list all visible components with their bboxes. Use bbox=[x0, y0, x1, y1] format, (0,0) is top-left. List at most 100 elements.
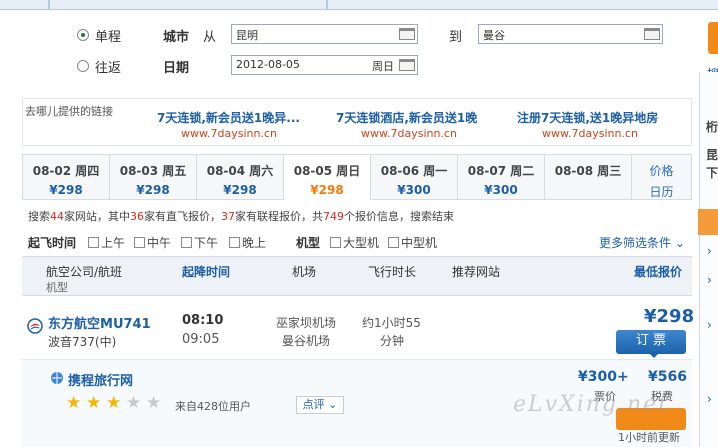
filter-label: 下午 bbox=[194, 236, 219, 250]
ad-title[interactable]: 7天连锁,新会员送1晚异... bbox=[157, 109, 300, 126]
date-cell-date: 08-08 周三 bbox=[554, 164, 622, 178]
right-sidebar: 桁 昆 下 › › › › bbox=[698, 72, 718, 447]
checkbox[interactable] bbox=[181, 237, 192, 248]
flight-row[interactable]: 东方航空MU741 波音737(中) 08:10 09:05 巫家坝机场 曼谷机… bbox=[22, 296, 694, 360]
radio-roundtrip[interactable] bbox=[77, 60, 89, 72]
price-calendar-link[interactable]: 价格 日历 bbox=[632, 155, 691, 199]
checkbox[interactable] bbox=[330, 237, 341, 248]
duration-line2: 分钟 bbox=[380, 334, 405, 348]
date-cell-price: ¥300 bbox=[397, 183, 431, 197]
checkbox[interactable] bbox=[88, 237, 99, 248]
more-filters-label: 更多筛选条件 bbox=[599, 236, 672, 250]
city-label: 城市 bbox=[163, 30, 190, 45]
date-value: 2012-08-05 bbox=[236, 58, 300, 71]
right-sidebar-letter: 昆 bbox=[706, 148, 718, 162]
summary-text: 家网站，其中 bbox=[64, 210, 130, 223]
summary-count: 37 bbox=[221, 210, 235, 223]
duration-line1: 约1小时55 bbox=[362, 316, 421, 330]
to-city-input[interactable]: 曼谷 bbox=[478, 24, 663, 44]
ad-url[interactable]: www.7daysinn.cn bbox=[181, 127, 277, 140]
from-label: 从 bbox=[203, 30, 217, 45]
review-button[interactable]: 点评 ⌄ bbox=[296, 396, 344, 414]
filter-option[interactable]: 晚上 bbox=[229, 234, 266, 251]
ad-url[interactable]: www.7daysinn.cn bbox=[361, 127, 457, 140]
search-button[interactable] bbox=[708, 22, 718, 54]
filter-option[interactable]: 上午 bbox=[88, 234, 125, 251]
aircraft-model: 波音737(中) bbox=[48, 335, 117, 349]
address-book-icon[interactable] bbox=[399, 28, 415, 40]
date-cell-date: 08-05 周日 bbox=[293, 164, 361, 178]
date-weekday: 周日 bbox=[372, 60, 394, 73]
checkbox[interactable] bbox=[229, 237, 240, 248]
roundtrip-label: 往返 bbox=[95, 61, 122, 76]
date-cell-date: 08-07 周二 bbox=[467, 164, 535, 178]
date-cell[interactable]: 08-02 周四 ¥298 bbox=[23, 155, 110, 199]
agent-name[interactable]: 携程旅行网 bbox=[68, 370, 133, 389]
date-cell[interactable]: 08-03 周五 ¥298 bbox=[110, 155, 197, 199]
col-airport: 机场 bbox=[292, 265, 317, 279]
right-sidebar-letter: 下 bbox=[706, 166, 718, 180]
ad-title[interactable]: 7天连锁酒店,新会员送1晚 bbox=[336, 109, 477, 126]
chevron-right-icon[interactable]: › bbox=[707, 273, 712, 287]
star-filled-icon: ★ bbox=[66, 393, 82, 413]
col-times[interactable]: 起降时间 bbox=[182, 263, 230, 280]
review-count: 来自428位用户 bbox=[175, 400, 251, 413]
col-lowest-price[interactable]: 最低报价 bbox=[634, 263, 682, 280]
ad-url[interactable]: www.7daysinn.cn bbox=[542, 127, 638, 140]
filter-option[interactable]: 中型机 bbox=[388, 234, 437, 251]
date-cell-price: ¥300 bbox=[484, 183, 518, 197]
date-cell-date: 08-04 周六 bbox=[206, 164, 274, 178]
from-city-value: 昆明 bbox=[236, 29, 258, 42]
chevron-right-icon[interactable]: › bbox=[707, 244, 712, 258]
filter-label: 晚上 bbox=[242, 236, 267, 250]
filter-option[interactable]: 下午 bbox=[181, 234, 218, 251]
departure-airport: 巫家坝机场 bbox=[276, 316, 337, 330]
date-cell[interactable]: 08-08 周三 bbox=[545, 155, 632, 199]
filter-label: 大型机 bbox=[343, 236, 380, 250]
col-duration[interactable]: 飞行时长 bbox=[368, 263, 416, 280]
address-book-icon[interactable] bbox=[644, 28, 660, 40]
chevron-down-icon: ⌄ bbox=[674, 236, 685, 250]
from-city-input[interactable]: 昆明 bbox=[231, 24, 418, 44]
filter-option[interactable]: 中午 bbox=[134, 234, 171, 251]
right-sidebar-highlight bbox=[698, 209, 718, 235]
more-filters-link[interactable]: 更多筛选条件 ⌄ bbox=[599, 234, 685, 251]
col-site: 推荐网站 bbox=[452, 265, 501, 279]
book-button[interactable]: 订 票 bbox=[616, 330, 686, 358]
date-cell[interactable]: 08-04 周六 ¥298 bbox=[197, 155, 284, 199]
flight-airline-number[interactable]: 东方航空MU741 bbox=[48, 313, 151, 332]
radio-oneway[interactable] bbox=[77, 29, 89, 41]
airline-logo-icon bbox=[27, 318, 43, 334]
checkbox[interactable] bbox=[134, 237, 145, 248]
departure-time-label: 起飞时间 bbox=[28, 236, 77, 250]
filter-option[interactable]: 大型机 bbox=[330, 234, 379, 251]
ticket-price: ¥300+ bbox=[578, 369, 629, 385]
date-cell-price: ¥298 bbox=[136, 183, 170, 197]
date-cell[interactable]: 08-06 周一 ¥300 bbox=[371, 155, 458, 199]
departure-time: 08:10 bbox=[182, 313, 224, 328]
airline-name: 东方航空 bbox=[48, 317, 101, 332]
top-tab-strip bbox=[0, 0, 718, 10]
chevron-right-icon[interactable]: › bbox=[707, 318, 712, 332]
ad-title[interactable]: 注册7天连锁,送1晚异地房 bbox=[517, 109, 658, 126]
chevron-down-icon bbox=[648, 352, 660, 358]
date-cell[interactable]: 08-07 周二 ¥300 bbox=[458, 155, 545, 199]
star-filled-icon: ★ bbox=[86, 393, 102, 413]
calendar-icon[interactable] bbox=[399, 59, 415, 71]
watermark: eLvXing.net bbox=[513, 392, 670, 417]
flight-number: MU741 bbox=[100, 317, 151, 332]
date-cell-selected[interactable]: 08-05 周日 ¥298 bbox=[284, 155, 371, 201]
date-cell-date: 08-02 周四 bbox=[32, 164, 100, 178]
to-label: 到 bbox=[449, 30, 463, 45]
sponsored-links: 去哪儿提供的链接 7天连锁,新会员送1晚异... www.7daysinn.cn… bbox=[22, 98, 692, 146]
col-airline[interactable]: 航空公司/航班 bbox=[46, 263, 122, 280]
chevron-right-icon[interactable]: › bbox=[707, 392, 712, 406]
search-summary: 搜索44家网站，其中36家有直飞报价，37家有联程报价，共749个报价信息，搜索… bbox=[28, 208, 454, 224]
date-price-strip: 08-02 周四 ¥298 08-03 周五 ¥298 08-04 周六 ¥29… bbox=[22, 154, 692, 201]
plane-type-label: 机型 bbox=[296, 236, 321, 250]
date-cell-price: ¥298 bbox=[49, 183, 83, 197]
date-input[interactable]: 2012-08-05 周日 bbox=[231, 55, 418, 75]
checkbox[interactable] bbox=[388, 237, 399, 248]
globe-icon bbox=[51, 372, 63, 384]
arrival-time: 09:05 bbox=[182, 332, 220, 347]
